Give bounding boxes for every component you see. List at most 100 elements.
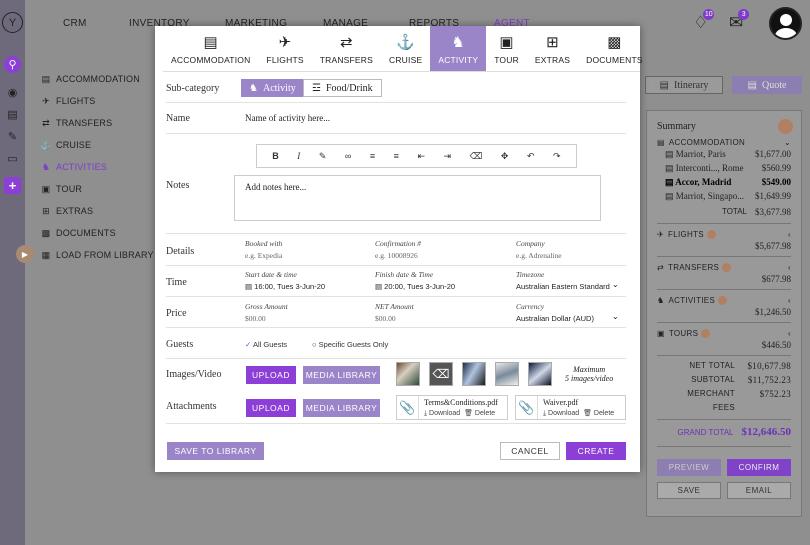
tab-transfers[interactable]: ⇄ TRANSFERS <box>312 26 381 71</box>
pen-icon[interactable]: ✎ <box>319 151 327 162</box>
timezone-select[interactable]: Timezone Australian Eastern Standard <box>516 270 610 291</box>
tab-tour[interactable]: ▣ TOUR <box>486 26 527 71</box>
bell-icon[interactable]: ♢ 10 <box>693 9 715 33</box>
menu-tour[interactable]: ▣ TOUR <box>40 178 154 200</box>
confirm-button[interactable]: CONFIRM <box>727 459 791 476</box>
summary-hotel-row[interactable]: ▤ Marriot, Singapo... $1,649.99 <box>665 189 791 203</box>
bold-icon[interactable]: B <box>272 151 279 161</box>
gross-amount-field[interactable]: Gross Amount $00.00 <box>245 302 288 323</box>
folder-icon[interactable]: ▭ <box>4 150 21 167</box>
summary-hotel-row[interactable]: ▤ Accor, Madrid $549.00 <box>665 175 791 189</box>
create-button[interactable]: CREATE <box>566 442 626 460</box>
image-thumbnail[interactable] <box>462 362 486 386</box>
edit-icon[interactable]: ✎ <box>4 128 21 145</box>
attachment-media-library-button[interactable]: MEDIA LIBRARY <box>303 399 380 417</box>
media-library-button[interactable]: MEDIA LIBRARY <box>303 366 380 384</box>
save-to-library-button[interactable]: SAVE TO LIBRARY <box>167 442 264 460</box>
download-link[interactable]: ⤓ Download <box>424 410 460 417</box>
italic-icon[interactable]: I <box>297 151 300 161</box>
image-thumbnail[interactable] <box>396 362 420 386</box>
menu-flights[interactable]: ✈ FLIGHTS <box>40 90 154 112</box>
tab-extras[interactable]: ⊞ EXTRAS <box>527 26 578 71</box>
itinerary-button[interactable]: ▤ Itinerary <box>645 76 723 94</box>
subcategory-activity[interactable]: ♞ Activity <box>241 79 304 97</box>
tab-cruise[interactable]: ⚓ CRUISE <box>381 26 430 71</box>
edit-activities-icon[interactable] <box>718 296 728 305</box>
menu-load-library[interactable]: ▦ LOAD FROM LIBRARY <box>40 244 154 266</box>
upload-image-button[interactable]: UPLOAD <box>246 366 296 384</box>
numbered-list-icon[interactable]: ≡ <box>394 151 399 161</box>
delete-link[interactable]: 🗑 Delete <box>583 410 614 417</box>
attachment-filename: Waiver.pdf <box>543 397 579 407</box>
globe-icon[interactable]: ◉ <box>4 84 21 101</box>
edit-transfers-icon[interactable] <box>722 263 732 272</box>
net-amount-field[interactable]: NET Amount $00.00 <box>375 302 414 323</box>
edit-flights-icon[interactable] <box>706 230 716 239</box>
save-button[interactable]: SAVE <box>657 482 721 499</box>
edit-tours-icon[interactable] <box>701 329 711 338</box>
email-button[interactable]: EMAIL <box>727 482 791 499</box>
chevron-left-icon[interactable]: ‹ <box>788 230 791 239</box>
collapse-toggle-icon[interactable]: ▶ <box>16 245 34 263</box>
chevron-left-icon[interactable]: ‹ <box>788 329 791 338</box>
chevron-left-icon[interactable]: ‹ <box>788 263 791 272</box>
menu-transfers[interactable]: ⇄ TRANSFERS <box>40 112 154 134</box>
notes-textarea[interactable]: Add notes here... <box>234 175 601 221</box>
crosshair-icon[interactable]: ✥ <box>501 151 509 162</box>
eraser-icon[interactable]: ⌫ <box>470 151 483 162</box>
outdent-icon[interactable]: ⇤ <box>417 151 425 162</box>
tab-flights[interactable]: ✈ FLIGHTS <box>258 26 311 71</box>
summary-flights-header[interactable]: ✈ FLIGHTS ‹ <box>657 230 791 239</box>
link-icon[interactable]: ∞ <box>345 151 351 161</box>
undo-icon[interactable]: ↶ <box>527 151 535 162</box>
subcategory-food-drink[interactable]: ☲ Food/Drink <box>303 79 382 97</box>
preview-button[interactable]: PREVIEW <box>657 459 721 476</box>
image-thumbnail[interactable] <box>528 362 552 386</box>
company-field[interactable]: Company e.g. Adrenaline <box>516 239 562 260</box>
summary-transfers-header[interactable]: ⇄ TRANSFERS ‹ <box>657 263 791 272</box>
indent-icon[interactable]: ⇥ <box>444 151 452 162</box>
summary-accommodation-header[interactable]: ▤ ACCOMMODATION ⌄ <box>657 138 791 147</box>
tab-activity[interactable]: ♞ ACTIVITY <box>430 26 487 71</box>
summary-hotel-row[interactable]: ▤ Interconti..., Rome $560.99 <box>665 161 791 175</box>
menu-cruise[interactable]: ⚓ CRUISE <box>40 134 154 156</box>
add-icon[interactable]: + <box>4 177 21 194</box>
logo-icon[interactable]: Y <box>2 12 23 33</box>
search-icon[interactable]: ⚲ <box>4 56 21 73</box>
menu-accommodation[interactable]: ▤ ACCOMMODATION <box>40 68 154 90</box>
booked-with-field[interactable]: Booked with e.g. Expedia <box>245 239 282 260</box>
avatar[interactable] <box>769 7 802 40</box>
download-link[interactable]: ⤓ Download <box>543 410 579 417</box>
quote-button[interactable]: ▤ Quote <box>732 76 802 94</box>
tab-documents[interactable]: ▩ DOCUMENTS <box>578 26 651 71</box>
bullet-list-icon[interactable]: ≡ <box>370 151 375 161</box>
chevron-down-icon[interactable]: ⌄ <box>784 138 791 147</box>
mail-icon[interactable]: ✉ 3 <box>729 9 750 33</box>
upload-attachment-button[interactable]: UPLOAD <box>246 399 296 417</box>
currency-select[interactable]: Currency Australian Dollar (AUD) <box>516 302 594 323</box>
summary-activities-header[interactable]: ♞ ACTIVITIES ‹ <box>657 296 791 305</box>
start-datetime-field[interactable]: Start date & time ▤ 16:00, Tues 3-Jun-20 <box>245 270 325 291</box>
edit-summary-icon[interactable] <box>778 119 793 134</box>
finish-datetime-field[interactable]: Finish date & Time ▤ 20:00, Tues 3-Jun-20 <box>375 270 455 291</box>
activity-name-input[interactable]: Name of activity here... <box>245 113 330 123</box>
specific-guests-radio[interactable]: ○ Specific Guests Only <box>312 340 388 349</box>
image-thumbnail[interactable] <box>495 362 519 386</box>
delete-link[interactable]: 🗑 Delete <box>464 410 495 417</box>
confirmation-field[interactable]: Confirmation # e.g. 10008926 <box>375 239 421 260</box>
summary-hotel-row[interactable]: ▤ Marriot, Paris $1,677.00 <box>665 147 791 161</box>
all-guests-radio[interactable]: ✓ All Guests <box>245 340 287 349</box>
tab-accommodation[interactable]: ▤ ACCOMMODATION <box>163 26 258 71</box>
delete-image-icon[interactable]: ⌫ <box>429 362 453 386</box>
briefcase-icon[interactable]: ▤ <box>4 106 21 123</box>
chevron-left-icon[interactable]: ‹ <box>788 296 791 305</box>
chevron-down-icon[interactable]: ⌄ <box>612 280 619 289</box>
summary-tours-header[interactable]: ▣ TOURS ‹ <box>657 329 791 338</box>
menu-extras[interactable]: ⊞ EXTRAS <box>40 200 154 222</box>
menu-activities[interactable]: ♞ ACTIVITIES <box>40 156 154 178</box>
nav-crm[interactable]: CRM <box>63 18 87 29</box>
chevron-down-icon[interactable]: ⌄ <box>612 312 619 321</box>
redo-icon[interactable]: ↷ <box>553 151 561 162</box>
cancel-button[interactable]: CANCEL <box>500 442 560 460</box>
menu-documents[interactable]: ▩ DOCUMENTS <box>40 222 154 244</box>
